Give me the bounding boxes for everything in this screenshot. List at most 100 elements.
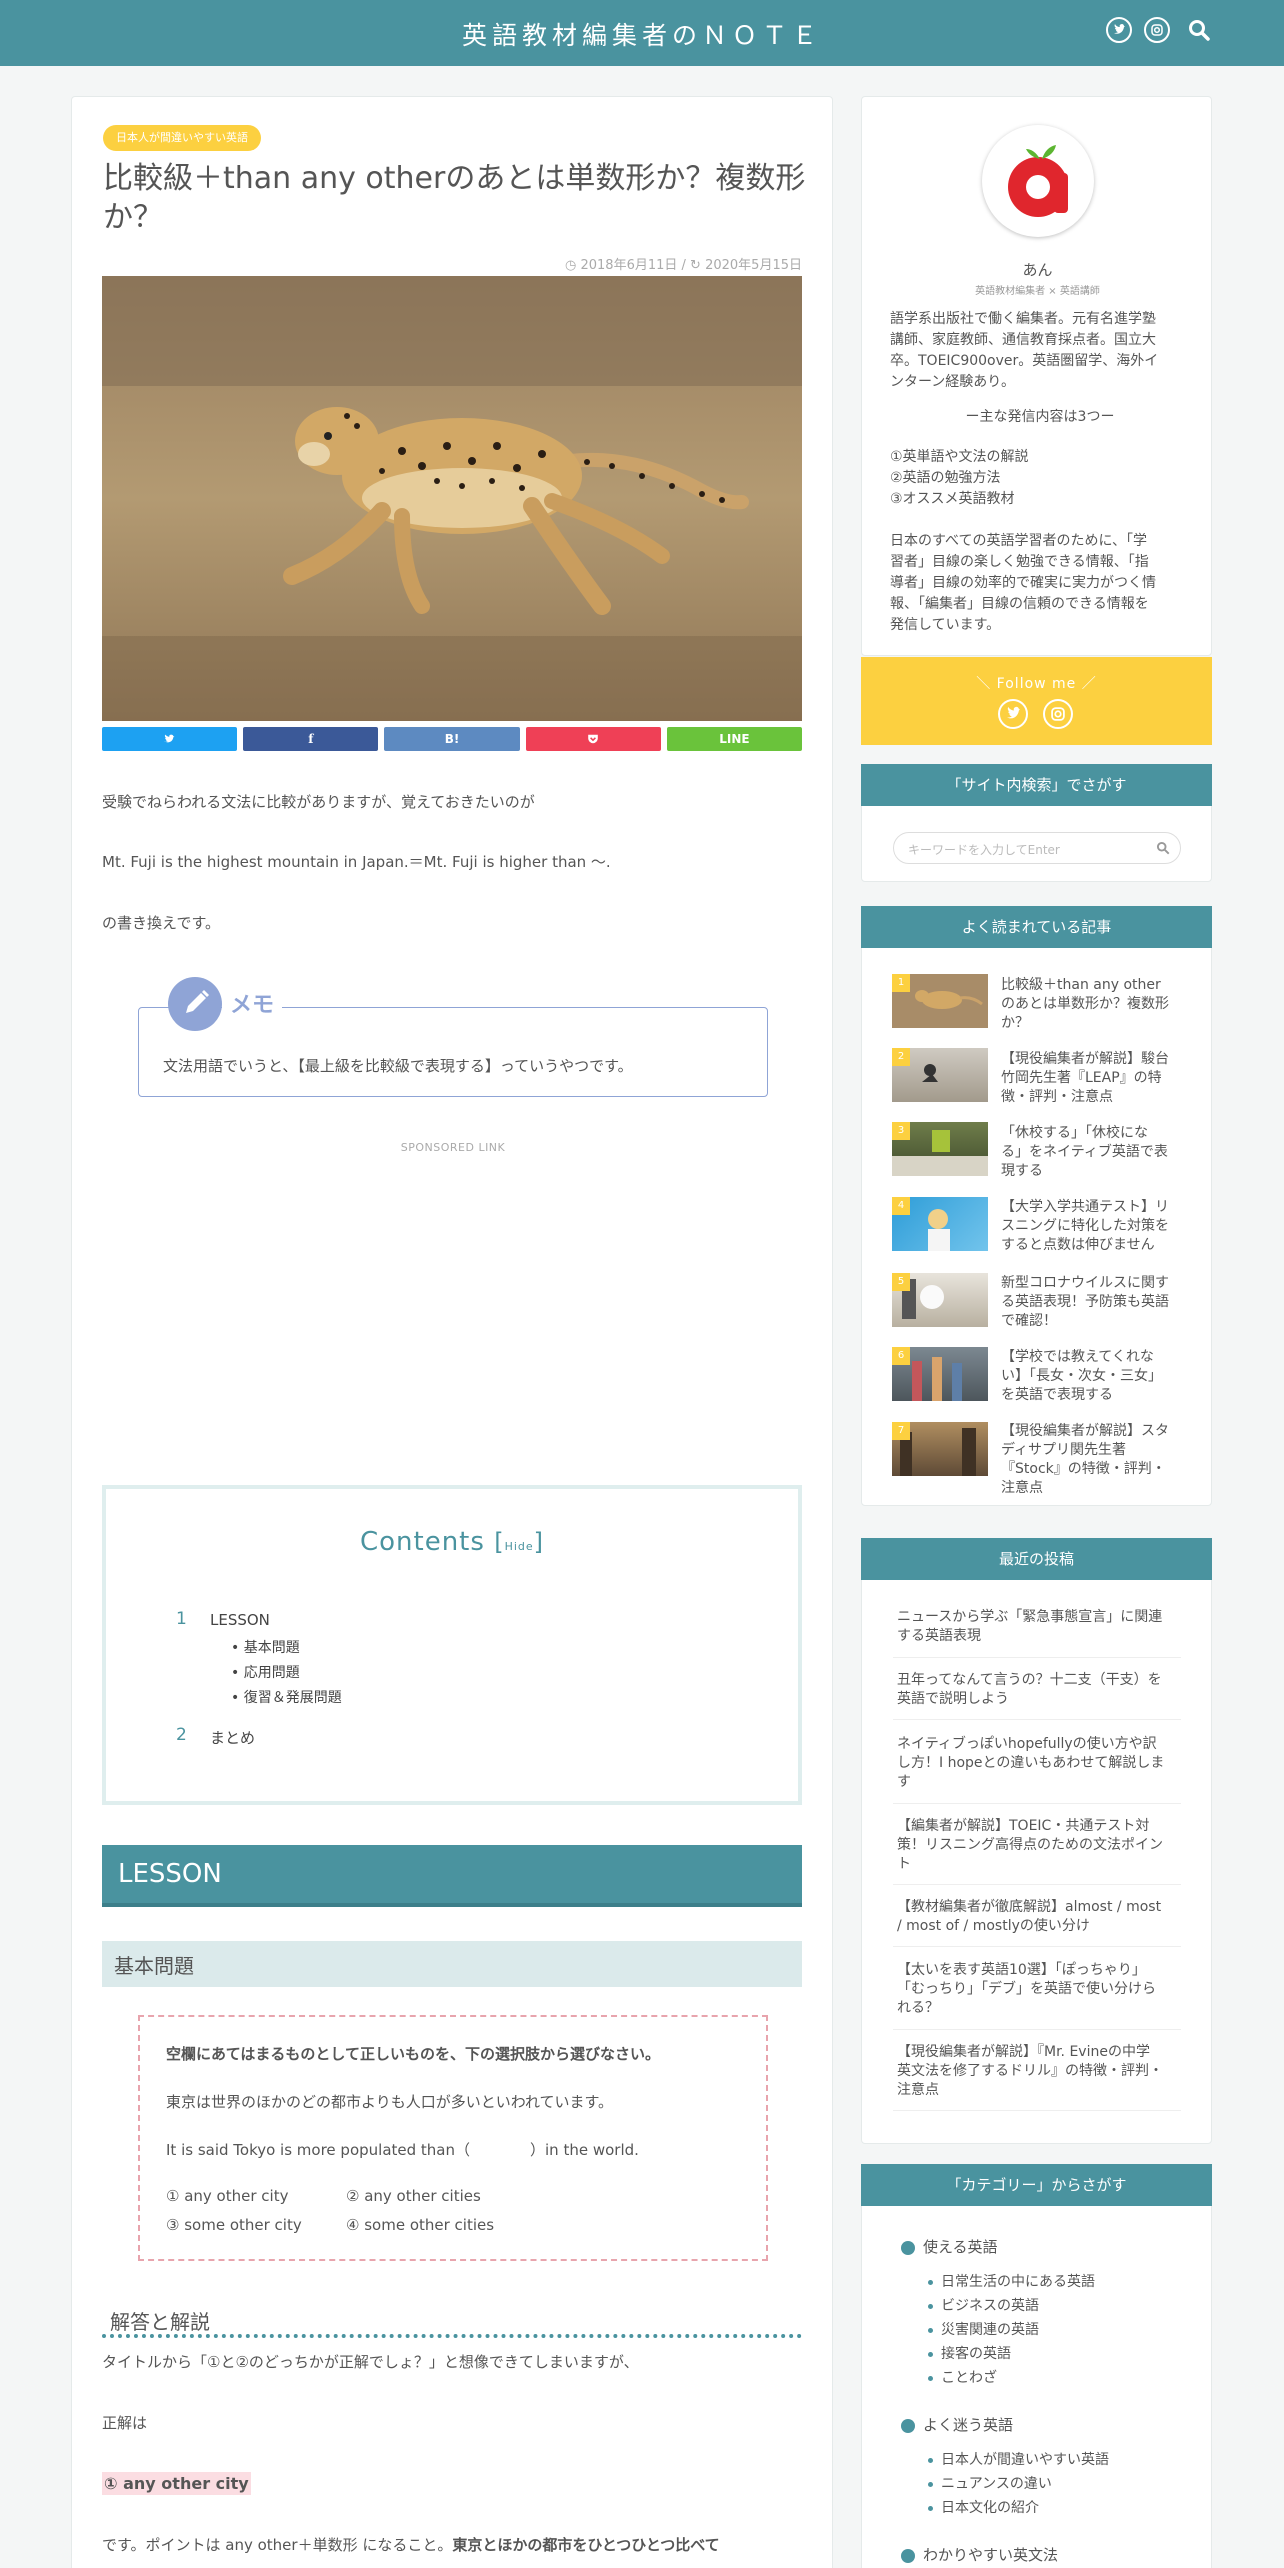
- share-twitter-button[interactable]: [102, 727, 238, 751]
- memo-label: メモ: [222, 987, 283, 1019]
- site-title[interactable]: 英語教材編集者のＮＯＴＥ: [0, 16, 1284, 52]
- popular-thumb[interactable]: 3: [892, 1122, 988, 1176]
- popular-thumb[interactable]: 7: [892, 1422, 988, 1476]
- subcategory-label: 接客の英語: [941, 2346, 1011, 2362]
- popular-title-line: 【学校では教えてくれな: [1001, 1349, 1154, 1365]
- subcategory-item[interactable]: 接客の英語: [928, 2343, 1011, 2363]
- recent-post-line: 【太いを表す英語10選】「ぽっちゃり」: [897, 1962, 1146, 1978]
- question-box: 空欄にあてはまるものとして正しいものを、下の選択肢から選びなさい。 東京は世界の…: [138, 2015, 768, 2261]
- explanation-3: です。ポイントは any other＋単数形 になること。東京とほかの都市をひと…: [102, 2534, 720, 2555]
- search-icon[interactable]: [1156, 841, 1170, 855]
- popular-title[interactable]: 「休校する」「休校にな る」をネイティブ英語で表 現する: [1001, 1124, 1187, 1181]
- recent-post-link[interactable]: 丑年ってなんて言うの？十二支（干支）を 英語で説明しよう: [897, 1671, 1182, 1709]
- profile-point: ③オススメ英語教材: [890, 491, 1015, 507]
- search-input[interactable]: キーワードを入力してEnter: [893, 832, 1181, 864]
- toc-subitem[interactable]: • 復習＆発展問題: [231, 1687, 342, 1707]
- popular-title[interactable]: 【学校では教えてくれな い】「長女・次女・三女」 を英語で表現する: [1001, 1348, 1187, 1405]
- divider: [893, 1946, 1181, 1947]
- subcategory-item[interactable]: 日本人が間違いやすい英語: [928, 2449, 1109, 2469]
- toc-subitem[interactable]: • 応用問題: [231, 1662, 300, 1682]
- subcategory-item[interactable]: 災害関連の英語: [928, 2319, 1039, 2339]
- toc-subitem-label: 応用問題: [243, 1665, 300, 1681]
- recent-post-link[interactable]: 【編集者が解説】TOEIC・共通テスト対 策！リスニング高得点のための文法ポイン…: [897, 1817, 1182, 1874]
- popular-title[interactable]: 比較級＋than any other のあとは単数形か？複数形 か？: [1001, 976, 1187, 1033]
- divider: [893, 2029, 1181, 2030]
- site-header: 英語教材編集者のＮＯＴＥ: [0, 0, 1284, 66]
- subcategory-label: 日本人が間違いやすい英語: [941, 2452, 1109, 2468]
- subcategory-item[interactable]: 日本文化の紹介: [928, 2497, 1039, 2517]
- popular-title[interactable]: 【大学入学共通テスト】リ スニングに特化した対策を すると点数は伸びません: [1001, 1198, 1187, 1255]
- popular-thumb[interactable]: 6: [892, 1347, 988, 1401]
- updated-date: 2020年5月15日: [705, 258, 802, 273]
- toc-subitem[interactable]: • 基本問題: [231, 1637, 300, 1657]
- search-icon[interactable]: [1188, 19, 1210, 41]
- popular-title-line: 「休校する」「休校にな: [1001, 1125, 1148, 1141]
- category-item[interactable]: よく迷う英語: [901, 2414, 1013, 2435]
- popular-thumb[interactable]: 1: [892, 974, 988, 1028]
- popular-title-line: すると点数は伸びません: [1001, 1237, 1155, 1253]
- recent-post-link[interactable]: ニュースから学ぶ「緊急事態宣言」に関連 する英語表現: [897, 1608, 1182, 1646]
- instagram-icon[interactable]: [1144, 17, 1170, 43]
- basic-problem-heading: 基本問題: [102, 1941, 802, 1987]
- popular-thumb[interactable]: 4: [892, 1197, 988, 1251]
- popular-thumb[interactable]: 5: [892, 1273, 988, 1327]
- popular-title[interactable]: 新型コロナウイルスに関す る英語表現！予防策も英語 で確認！: [1001, 1274, 1187, 1331]
- profile-mission-line: 報、「編集者」目線の信頼のできる情報を: [890, 596, 1149, 612]
- profile-mission: 日本のすべての英語学習者のために、「学 習者」目線の楽しく勉強できる情報、「指 …: [890, 531, 1190, 636]
- avatar[interactable]: [982, 125, 1094, 237]
- profile-point: ①英単語や文法の解説: [890, 449, 1029, 465]
- share-facebook-button[interactable]: f: [243, 727, 379, 751]
- twitter-icon: [163, 734, 174, 743]
- profile-bio-line: 講師、家庭教師、通信教育採点者。国立大: [890, 332, 1156, 348]
- divider: [893, 1657, 1181, 1658]
- toc-bracket-open: [: [494, 1528, 505, 1556]
- share-pocket-button[interactable]: [525, 727, 661, 751]
- recent-post-link[interactable]: 【教材編集者が徹底解説】almost / most / most of / mo…: [897, 1898, 1182, 1936]
- toc-item-lesson[interactable]: LESSON: [210, 1611, 270, 1629]
- recent-post-link[interactable]: 【現役編集者が解説】『Mr. Evineの中学 英文法を修了するドリル』の特徴・…: [897, 2043, 1182, 2100]
- category-item[interactable]: わかりやすい英文法: [901, 2544, 1058, 2565]
- recent-post-line: ネイティブっぽいhopefullyの使い方や訳: [897, 1736, 1157, 1752]
- recent-post-line: 英文法を修了するドリル』の特徴・評判・: [897, 2063, 1163, 2079]
- profile-bio: 語学系出版社で働く編集者。元有名進学塾 講師、家庭教師、通信教育採点者。国立大 …: [890, 309, 1190, 393]
- profile-bio-line: ンターン経験あり。: [890, 374, 1016, 390]
- popular-title-line: る」をネイティブ英語で表: [1001, 1144, 1168, 1160]
- share-hatena-button[interactable]: B!: [384, 727, 520, 751]
- article-card: 日本人が間違いやすい英語 比較級＋than any otherのあとは単数形か？…: [71, 96, 833, 2568]
- instagram-icon[interactable]: [1043, 699, 1073, 729]
- recent-post-line: 「むっちり」「デブ」を英語で使い分けら: [897, 1981, 1156, 1997]
- popular-title-line: 【現役編集者が解説】スタ: [1001, 1423, 1169, 1439]
- recent-post-line: 策！リスニング高得点のための文法ポイン: [897, 1837, 1163, 1853]
- recent-post-link[interactable]: ネイティブっぽいhopefullyの使い方や訳 し方！I hopeとの違いもあわ…: [897, 1735, 1182, 1792]
- category-item[interactable]: 使える英語: [901, 2236, 998, 2257]
- choice-2: ② any other cities: [346, 2187, 481, 2205]
- profile-mission-line: 発信しています。: [890, 617, 1001, 633]
- subcategory-item[interactable]: ニュアンスの違い: [928, 2473, 1052, 2493]
- subcategory-label: 日常生活の中にある英語: [941, 2274, 1095, 2290]
- share-line-button[interactable]: LINE: [666, 727, 803, 751]
- category-badge[interactable]: 日本人が間違いやすい英語: [103, 125, 261, 151]
- toc-subitem-label: 復習＆発展問題: [243, 1690, 342, 1706]
- subcategory-item[interactable]: ビジネスの英語: [928, 2295, 1039, 2315]
- popular-rank: 2: [892, 1048, 910, 1066]
- popular-thumb[interactable]: 2: [892, 1048, 988, 1102]
- toc-hide-toggle[interactable]: Hide: [505, 1540, 534, 1553]
- profile-card: あん 英語教材編集者 × 英語講師 語学系出版社で働く編集者。元有名進学塾 講師…: [861, 96, 1212, 656]
- popular-title[interactable]: 【現役編集者が解説】駿台 竹岡先生著『LEAP』の特 徴・評判・注意点: [1001, 1050, 1187, 1107]
- toc-item-summary[interactable]: まとめ: [210, 1727, 255, 1748]
- share-buttons: f B! LINE: [102, 727, 803, 751]
- intro-paragraph-2: Mt. Fuji is the highest mountain in Japa…: [102, 853, 611, 871]
- recent-post-line: / most of / mostlyの使い分け: [897, 1918, 1090, 1934]
- recent-post-line: 【編集者が解説】TOEIC・共通テスト対: [897, 1818, 1150, 1834]
- hatena-label: B!: [444, 732, 460, 746]
- twitter-icon[interactable]: [998, 699, 1028, 729]
- subcategory-item[interactable]: 日常生活の中にある英語: [928, 2271, 1095, 2291]
- recent-post-link[interactable]: 【太いを表す英語10選】「ぽっちゃり」 「むっちり」「デブ」を英語で使い分けら …: [897, 1961, 1182, 2018]
- popular-title[interactable]: 【現役編集者が解説】スタ ディサプリ関先生著 『Stock』の特徴・評判・ 注意…: [1001, 1422, 1187, 1498]
- profile-role: 英語教材編集者 × 英語講師: [975, 286, 1100, 297]
- pocket-icon: [588, 734, 599, 744]
- profile-bio-line: 語学系出版社で働く編集者。元有名進学塾: [890, 311, 1156, 327]
- subcategory-item[interactable]: ことわざ: [928, 2367, 997, 2387]
- twitter-icon[interactable]: [1106, 17, 1132, 43]
- recent-post-line: 【教材編集者が徹底解説】almost / most: [897, 1899, 1162, 1915]
